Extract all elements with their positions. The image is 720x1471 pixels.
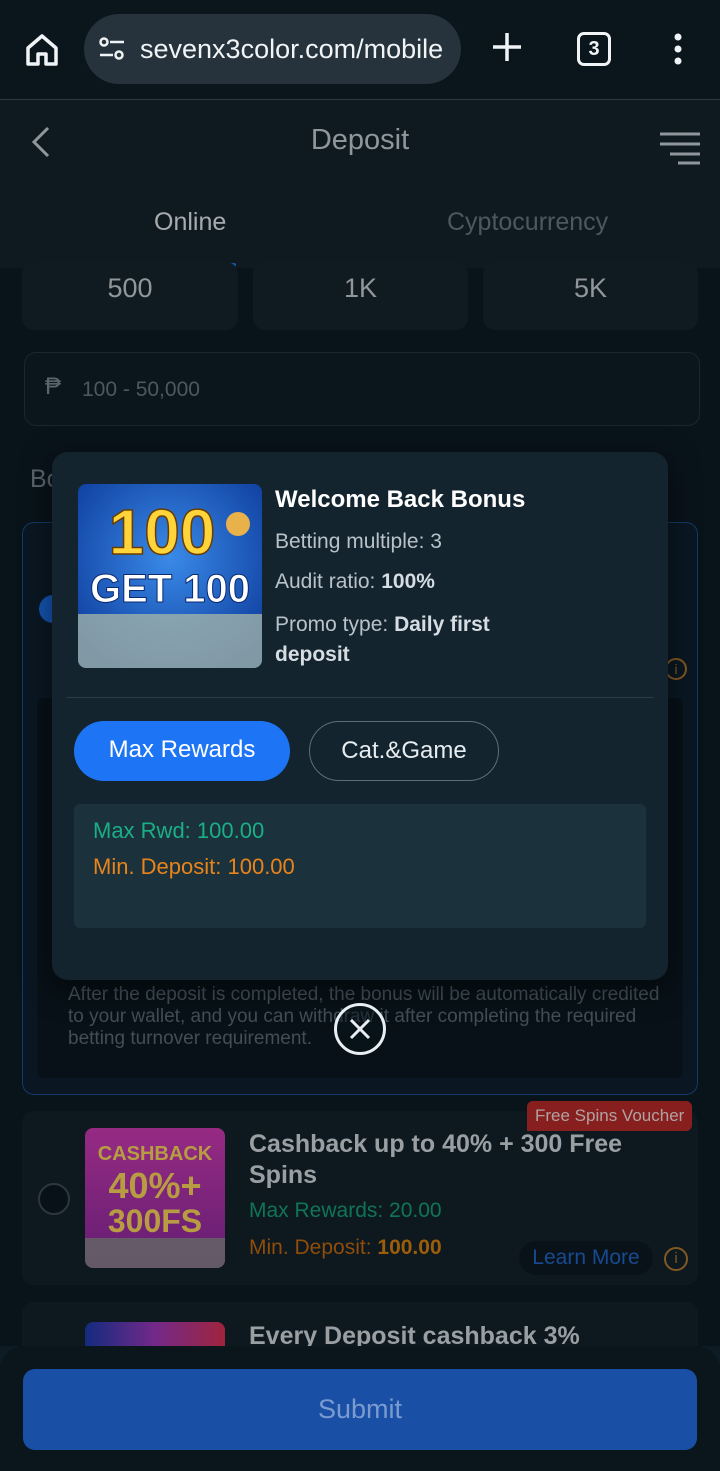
amount-placeholder: 100 - 50,000 [82, 378, 200, 401]
min-deposit-value: 100.00 [377, 1236, 442, 1259]
tab-online[interactable]: Online [154, 208, 226, 237]
modal-title: Welcome Back Bonus [275, 486, 526, 513]
tab-cat-game[interactable]: Cat.&Game [309, 721, 499, 781]
free-spins-badge: Free Spins Voucher [527, 1101, 693, 1131]
promo-type-label: Promo type: [275, 613, 395, 636]
bonus-detail-modal: 100 GET 100 Welcome Back Bonus Betting m… [52, 452, 668, 980]
divider [66, 697, 654, 698]
min-deposit-value: Min. Deposit: 100.00 [93, 854, 295, 879]
page-title: Deposit [310, 124, 410, 156]
tab-max-rewards[interactable]: Max Rewards [74, 721, 290, 781]
promo-image-line1: 100 [109, 496, 216, 568]
bonus-card-cashback[interactable]: CASHBACK 40%+ 300FS Cashback up to 40% +… [22, 1101, 698, 1285]
tab-switcher-button[interactable]: 3 [577, 32, 611, 66]
min-deposit-label: Min. Deposit: [249, 1236, 378, 1259]
submit-button[interactable]: Submit [23, 1369, 697, 1450]
close-modal-button[interactable] [334, 1003, 386, 1055]
currency-symbol: ₱ [45, 373, 62, 400]
address-bar[interactable]: sevenx3color.com/mobile [84, 14, 461, 84]
max-reward-value: Max Rwd: 100.00 [93, 818, 265, 843]
browser-toolbar: sevenx3color.com/mobile 3 [0, 0, 720, 100]
betting-multiple-label: Betting multiple: [275, 530, 431, 553]
info-icon[interactable]: i [664, 1247, 688, 1271]
betting-multiple: Betting multiple: 3 [275, 530, 442, 554]
menu-icon[interactable] [656, 130, 704, 166]
new-tab-icon[interactable] [490, 30, 524, 64]
amount-chip-1k[interactable]: 1K [253, 262, 468, 330]
site-settings-icon[interactable] [98, 35, 126, 63]
cashback-image-line1: CASHBACK [98, 1143, 213, 1165]
audit-ratio: Audit ratio: 100% [275, 570, 435, 594]
bonus-title: Cashback up to 40% + 300 Free Spins [249, 1130, 623, 1189]
amount-chip-500[interactable]: 500 [22, 262, 238, 330]
learn-more-button[interactable]: Learn More [519, 1241, 653, 1275]
info-icon[interactable]: i [665, 658, 687, 680]
amount-input[interactable]: ₱ 100 - 50,000 [24, 352, 700, 426]
promo-image-line2: GET 100 [90, 567, 250, 611]
amount-chip-5k[interactable]: 5K [483, 262, 698, 330]
bottom-bar: Submit [0, 1346, 720, 1471]
audit-ratio-label: Audit ratio: [275, 570, 382, 593]
tab-cryptocurrency[interactable]: Cyptocurrency [447, 208, 608, 237]
rewards-panel: Max Rwd: 100.00 Min. Deposit: 100.00 [74, 804, 646, 928]
bonus-radio[interactable] [38, 1183, 70, 1215]
welcome-back-promo-image: 100 GET 100 [78, 484, 262, 668]
home-icon[interactable] [22, 30, 62, 70]
min-deposit: Min. Deposit: 100.00 [249, 1236, 442, 1260]
cashback-image-line3: 300FS [108, 1203, 202, 1239]
max-rewards: Max Rewards: 20.00 [249, 1199, 442, 1222]
url-text: sevenx3color.com/mobile [140, 34, 444, 64]
promo-type: Promo type: Daily first deposit [275, 610, 525, 670]
app-header: Deposit Online Cyptocurrency [0, 100, 720, 268]
cashback-image-line2: 40%+ [108, 1165, 201, 1206]
more-options-icon[interactable] [666, 32, 690, 66]
close-icon [349, 1018, 371, 1040]
betting-multiple-value: 3 [430, 530, 442, 553]
audit-ratio-value: 100% [381, 570, 435, 593]
cashback-promo-image: CASHBACK 40%+ 300FS [85, 1128, 225, 1268]
